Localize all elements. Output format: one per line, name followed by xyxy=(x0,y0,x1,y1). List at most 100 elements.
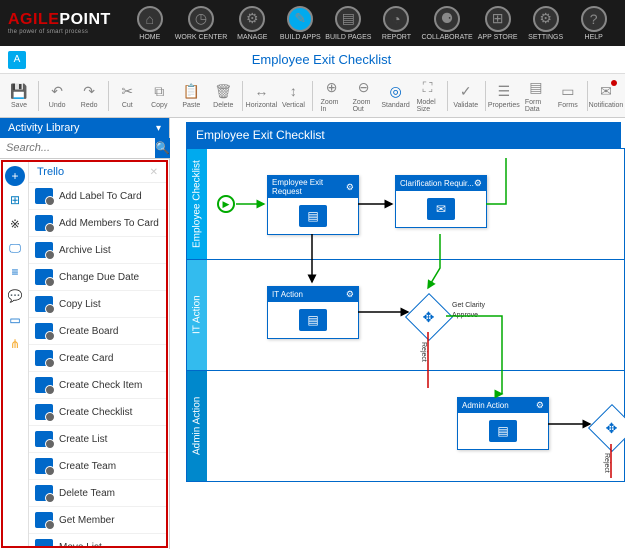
horizontal-button[interactable]: ↔Horizontal xyxy=(246,80,276,111)
gear-icon[interactable]: ⚙ xyxy=(346,289,354,300)
copy-button[interactable]: ⧉Copy xyxy=(144,80,174,111)
category-trello-icon[interactable]: ⊞ xyxy=(5,190,25,210)
button-label: Standard xyxy=(381,102,409,109)
search-icon[interactable]: 🔍 xyxy=(155,138,170,158)
properties-button[interactable]: ☰Properties xyxy=(489,80,519,111)
start-event[interactable]: ▶ xyxy=(217,195,235,213)
nav-home[interactable]: ⌂HOME xyxy=(127,6,173,41)
activity-create-board[interactable]: Create Board xyxy=(29,318,166,345)
forms-button[interactable]: ▭Forms xyxy=(553,80,583,111)
task-title: Employee Exit Request xyxy=(272,178,346,196)
button-label: Model Size xyxy=(417,99,439,113)
lane-body[interactable]: ▶Employee Exit Request⚙▤Clarification Re… xyxy=(207,149,624,259)
task-admin-action[interactable]: Admin Action⚙▤ xyxy=(457,397,549,450)
panel-header[interactable]: Activity Library ▾ xyxy=(0,118,169,138)
category-list-icon[interactable]: ≡ xyxy=(5,262,25,282)
task-clarification-requir-[interactable]: Clarification Requir...⚙✉ xyxy=(395,175,487,228)
brand-logo: AGILEPOINT xyxy=(8,11,111,29)
library-category-title[interactable]: Trello ✕ xyxy=(29,162,166,183)
category-monitor-icon[interactable]: 🖵 xyxy=(5,238,25,258)
category-chat-icon[interactable]: 💬 xyxy=(5,286,25,306)
activity-icon xyxy=(35,269,53,285)
standard-button[interactable]: ◎Standard xyxy=(381,80,411,111)
task-employee-exit-request[interactable]: Employee Exit Request⚙ ▤ xyxy=(267,175,359,235)
button-label: Notification xyxy=(589,102,624,109)
nav-report[interactable]: ◔REPORT xyxy=(373,6,419,41)
task-it-action[interactable]: IT Action⚙▤ xyxy=(267,286,359,339)
category-window-icon[interactable]: ▭ xyxy=(5,310,25,330)
activity-copy-list[interactable]: Copy List xyxy=(29,291,166,318)
activity-add-members-to-card[interactable]: Add Members To Card xyxy=(29,210,166,237)
gateway-label: Reject xyxy=(420,342,427,362)
activity-create-team[interactable]: Create Team xyxy=(29,453,166,480)
gear-icon[interactable]: ⚙ xyxy=(536,400,544,411)
redo-button[interactable]: ↷Redo xyxy=(74,80,104,111)
button-label: Delete xyxy=(213,102,233,109)
activity-add-label-to-card[interactable]: Add Label To Card xyxy=(29,183,166,210)
search-input[interactable] xyxy=(0,138,155,158)
activity-move-list[interactable]: Move List xyxy=(29,534,166,546)
task-type-icon: ▤ xyxy=(299,205,327,227)
gear-icon[interactable]: ⚙ xyxy=(474,178,482,189)
main: Activity Library ▾ 🔍 + ⊞ ※ 🖵 ≡ 💬 ▭ ⋔ Trello ✕ A… xyxy=(0,118,625,549)
nav-settings[interactable]: ⚙SETTINGS xyxy=(523,6,569,41)
button-label: Paste xyxy=(182,102,200,109)
activity-label: Add Members To Card xyxy=(59,218,159,229)
panel-title: Activity Library xyxy=(8,122,80,134)
activity-icon xyxy=(35,404,53,420)
button-label: Properties xyxy=(488,102,520,109)
activity-delete-team[interactable]: Delete Team xyxy=(29,480,166,507)
task-body: ▤ xyxy=(268,302,358,338)
button-label: Save xyxy=(11,102,27,109)
chevron-down-icon: ▾ xyxy=(156,123,161,134)
activity-change-due-date[interactable]: Change Due Date xyxy=(29,264,166,291)
process-canvas[interactable]: Employee Exit Checklist Employee Checkli… xyxy=(170,118,625,549)
notification-icon: ✉ xyxy=(597,82,615,100)
gateway[interactable]: ✥ xyxy=(588,404,625,452)
paste-button[interactable]: 📋Paste xyxy=(176,80,206,111)
task-body: ▤ xyxy=(268,198,358,234)
library-list: Trello ✕ Add Label To Card Add Members To… xyxy=(29,162,166,546)
nav-icon: ⚙ xyxy=(239,6,265,32)
nav-help[interactable]: ?HELP xyxy=(571,6,617,41)
nav-icon: ⌂ xyxy=(137,6,163,32)
zoomout-button[interactable]: ⊖Zoom Out xyxy=(349,77,379,115)
activity-create-check-item[interactable]: Create Check Item xyxy=(29,372,166,399)
activity-create-list[interactable]: Create List xyxy=(29,426,166,453)
activity-create-card[interactable]: Create Card xyxy=(29,345,166,372)
button-label: Zoom In xyxy=(321,99,343,113)
undo-button[interactable]: ↶Undo xyxy=(42,80,72,111)
delete-button[interactable]: 🗑 Delete xyxy=(208,80,238,111)
notification-button[interactable]: ✉ Notification xyxy=(591,80,621,111)
vertical-button[interactable]: ↕Vertical xyxy=(278,80,308,111)
close-icon[interactable]: ✕ xyxy=(150,167,158,178)
lane-body[interactable]: Admin Action⚙▤✥Reject xyxy=(207,371,624,481)
activity-icon xyxy=(35,215,53,231)
category-flow-icon[interactable]: ⋔ xyxy=(5,334,25,354)
gateway[interactable]: ✥ xyxy=(405,293,453,341)
activity-archive-list[interactable]: Archive List xyxy=(29,237,166,264)
nav-label: BUILD APPS xyxy=(280,34,321,41)
activity-create-checklist[interactable]: Create Checklist xyxy=(29,399,166,426)
modelsize-button[interactable]: ⛶Model Size xyxy=(413,77,443,115)
nav-build-apps[interactable]: ✎BUILD APPS xyxy=(277,6,323,41)
gear-icon[interactable]: ⚙ xyxy=(346,182,354,193)
activity-get-member[interactable]: Get Member xyxy=(29,507,166,534)
nav-collaborate[interactable]: ⚈COLLABORATE xyxy=(421,6,472,41)
validate-button[interactable]: ✓Validate xyxy=(451,80,481,111)
task-body: ▤ xyxy=(458,413,548,449)
cut-button[interactable]: ✂Cut xyxy=(112,80,142,111)
category-slack-icon[interactable]: ※ xyxy=(5,214,25,234)
toolbar: 💾Save ↶Undo↷Redo ✂Cut⧉Copy📋Paste 🗑 Delete ↔Ho… xyxy=(0,74,625,118)
activity-label: Create Checklist xyxy=(59,407,132,418)
nav-build-pages[interactable]: ▤BUILD PAGES xyxy=(325,6,371,41)
delete-icon: 🗑 xyxy=(214,82,232,100)
nav-manage[interactable]: ⚙MANAGE xyxy=(229,6,275,41)
nav-app-store[interactable]: ⊞APP STORE xyxy=(475,6,521,41)
zoomin-button[interactable]: ⊕Zoom In xyxy=(317,77,347,115)
formdata-button[interactable]: ▤Form Data xyxy=(521,77,551,115)
nav-work-center[interactable]: ◷WORK CENTER xyxy=(175,6,228,41)
lane-body[interactable]: IT Action⚙▤✥Get ClarityApproveReject xyxy=(207,260,624,370)
category-add-icon[interactable]: + xyxy=(5,166,25,186)
save-button[interactable]: 💾Save xyxy=(4,80,34,111)
